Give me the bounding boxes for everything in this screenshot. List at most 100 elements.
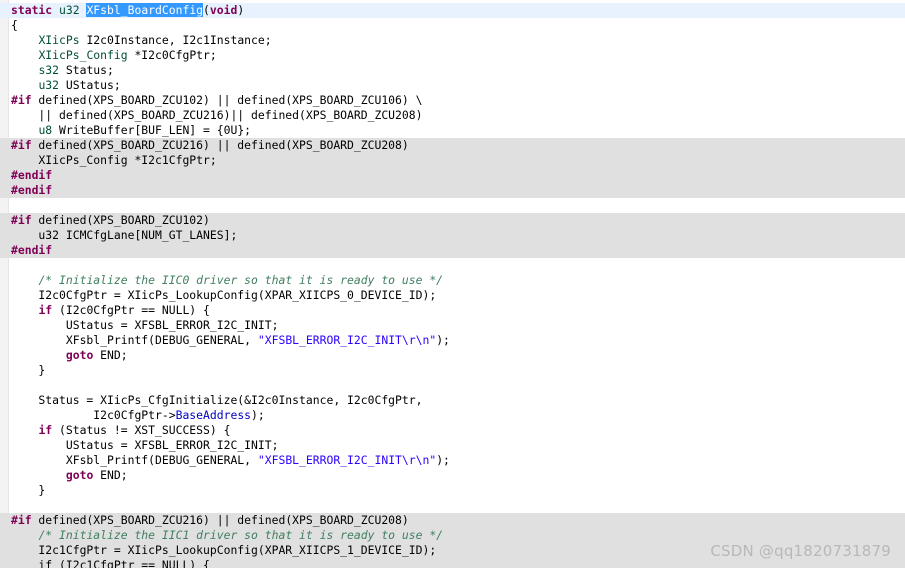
code-token: defined(XPS_BOARD_ZCU102) || defined(XPS…: [31, 93, 423, 107]
code-line[interactable]: UStatus = XFSBL_ERROR_I2C_INIT;: [0, 438, 905, 453]
code-line[interactable]: }: [0, 483, 905, 498]
code-line[interactable]: #if defined(XPS_BOARD_ZCU216) || defined…: [0, 513, 905, 528]
code-line[interactable]: if (I2c0CfgPtr == NULL) {: [0, 303, 905, 318]
code-line[interactable]: XFsbl_Printf(DEBUG_GENERAL, "XFSBL_ERROR…: [0, 333, 905, 348]
code-line[interactable]: u32 ICMCfgLane[NUM_GT_LANES];: [0, 228, 905, 243]
code-line[interactable]: /* Initialize the IIC1 driver so that it…: [0, 528, 905, 543]
code-line[interactable]: u32 UStatus;: [0, 78, 905, 93]
code-token: #if: [11, 138, 32, 152]
code-line[interactable]: static u32 XFsbl_BoardConfig(void): [0, 3, 905, 18]
code-token: s32: [38, 63, 60, 77]
code-token: "XFSBL_ERROR_I2C_INIT\r\n": [257, 333, 437, 347]
code-token: END;: [93, 348, 128, 362]
code-token: UStatus;: [59, 78, 121, 92]
code-line[interactable]: I2c0CfgPtr->BaseAddress);: [0, 408, 905, 423]
code-line[interactable]: XIicPs_Config *I2c1CfgPtr;: [0, 153, 905, 168]
code-token: defined(XPS_BOARD_ZCU216) || defined(XPS…: [31, 138, 409, 152]
code-token: defined(XPS_BOARD_ZCU102): [31, 213, 210, 227]
code-line[interactable]: #if defined(XPS_BOARD_ZCU216) || defined…: [0, 138, 905, 153]
code-token: }: [11, 363, 46, 377]
code-token: }: [11, 483, 46, 497]
code-line[interactable]: Status = XIicPs_CfgInitialize(&I2c0Insta…: [0, 393, 905, 408]
code-line[interactable]: goto END;: [0, 348, 905, 363]
code-token: #endif: [11, 243, 53, 257]
code-token: I2c0CfgPtr = XIicPs_LookupConfig(XPAR_XI…: [11, 288, 437, 302]
code-token: XIicPs_Config: [38, 48, 128, 62]
code-line[interactable]: #endif: [0, 168, 905, 183]
code-token: #if: [11, 513, 32, 527]
code-token: Status = XIicPs_CfgInitialize(&I2c0Insta…: [11, 393, 423, 407]
code-token: static: [11, 3, 53, 17]
code-line[interactable]: if (Status != XST_SUCCESS) {: [0, 423, 905, 438]
code-editor[interactable]: static u32 XFsbl_BoardConfig(void){ XIic…: [0, 0, 905, 568]
code-token: u32: [38, 78, 60, 92]
code-line[interactable]: || defined(XPS_BOARD_ZCU216)|| defined(X…: [0, 108, 905, 123]
code-token: /* Initialize the IIC0 driver so that it…: [38, 273, 444, 287]
code-token: goto: [65, 348, 94, 362]
code-token: #if: [11, 93, 32, 107]
code-token: void: [209, 3, 238, 17]
code-lines: static u32 XFsbl_BoardConfig(void){ XIic…: [0, 3, 905, 568]
code-line[interactable]: }: [0, 363, 905, 378]
code-line[interactable]: goto END;: [0, 468, 905, 483]
code-token: if: [38, 303, 53, 317]
code-token: );: [436, 333, 450, 347]
code-line[interactable]: #endif: [0, 183, 905, 198]
code-token: #endif: [11, 168, 53, 182]
code-token: );: [436, 453, 450, 467]
code-line[interactable]: [0, 198, 905, 213]
code-token: #if: [11, 213, 32, 227]
code-token: /* Initialize the IIC1 driver so that it…: [38, 528, 444, 542]
code-line[interactable]: u8 WriteBuffer[BUF_LEN] = {0U};: [0, 123, 905, 138]
code-token: (Status != XST_SUCCESS) {: [52, 423, 231, 437]
code-token: XIicPs_Config *I2c1CfgPtr;: [11, 153, 217, 167]
code-token: defined(XPS_BOARD_ZCU216) || defined(XPS…: [31, 513, 409, 527]
code-line[interactable]: s32 Status;: [0, 63, 905, 78]
code-token: (: [203, 3, 210, 17]
code-line[interactable]: [0, 378, 905, 393]
code-token: goto: [65, 468, 94, 482]
code-token: ): [237, 3, 245, 17]
code-line[interactable]: I2c0CfgPtr = XIicPs_LookupConfig(XPAR_XI…: [0, 288, 905, 303]
code-line[interactable]: [0, 498, 905, 513]
code-token: u32 ICMCfgLane[NUM_GT_LANES];: [11, 228, 238, 242]
watermark: CSDN @qq1820731879: [710, 542, 891, 560]
code-token: (I2c0CfgPtr == NULL) {: [52, 303, 210, 317]
code-token: u32: [59, 3, 80, 17]
code-line[interactable]: XIicPs I2c0Instance, I2c1Instance;: [0, 33, 905, 48]
code-token: END;: [93, 468, 128, 482]
code-token: *I2c0CfgPtr;: [127, 48, 217, 62]
code-token: u8: [38, 123, 53, 137]
code-token: UStatus = XFSBL_ERROR_I2C_INIT;: [11, 438, 279, 452]
code-token: I2c1CfgPtr = XIicPs_LookupConfig(XPAR_XI…: [11, 543, 437, 557]
code-line[interactable]: XFsbl_Printf(DEBUG_GENERAL, "XFSBL_ERROR…: [0, 453, 905, 468]
code-line[interactable]: [0, 258, 905, 273]
code-token: XFsbl_Printf(DEBUG_GENERAL,: [11, 453, 258, 467]
code-line[interactable]: {: [0, 18, 905, 33]
code-line[interactable]: #if defined(XPS_BOARD_ZCU102): [0, 213, 905, 228]
code-line[interactable]: XIicPs_Config *I2c0CfgPtr;: [0, 48, 905, 63]
code-line[interactable]: #endif: [0, 243, 905, 258]
code-token: #endif: [11, 183, 53, 197]
code-token: BaseAddress: [175, 408, 252, 422]
code-token: UStatus = XFSBL_ERROR_I2C_INIT;: [11, 318, 279, 332]
code-token: );: [251, 408, 265, 422]
selected-identifier: XFsbl_BoardConfig: [86, 3, 204, 17]
code-line[interactable]: UStatus = XFSBL_ERROR_I2C_INIT;: [0, 318, 905, 333]
code-line[interactable]: #if defined(XPS_BOARD_ZCU102) || defined…: [0, 93, 905, 108]
code-line[interactable]: /* Initialize the IIC0 driver so that it…: [0, 273, 905, 288]
code-token: "XFSBL_ERROR_I2C_INIT\r\n": [257, 453, 437, 467]
code-token: XFsbl_Printf(DEBUG_GENERAL,: [11, 333, 258, 347]
